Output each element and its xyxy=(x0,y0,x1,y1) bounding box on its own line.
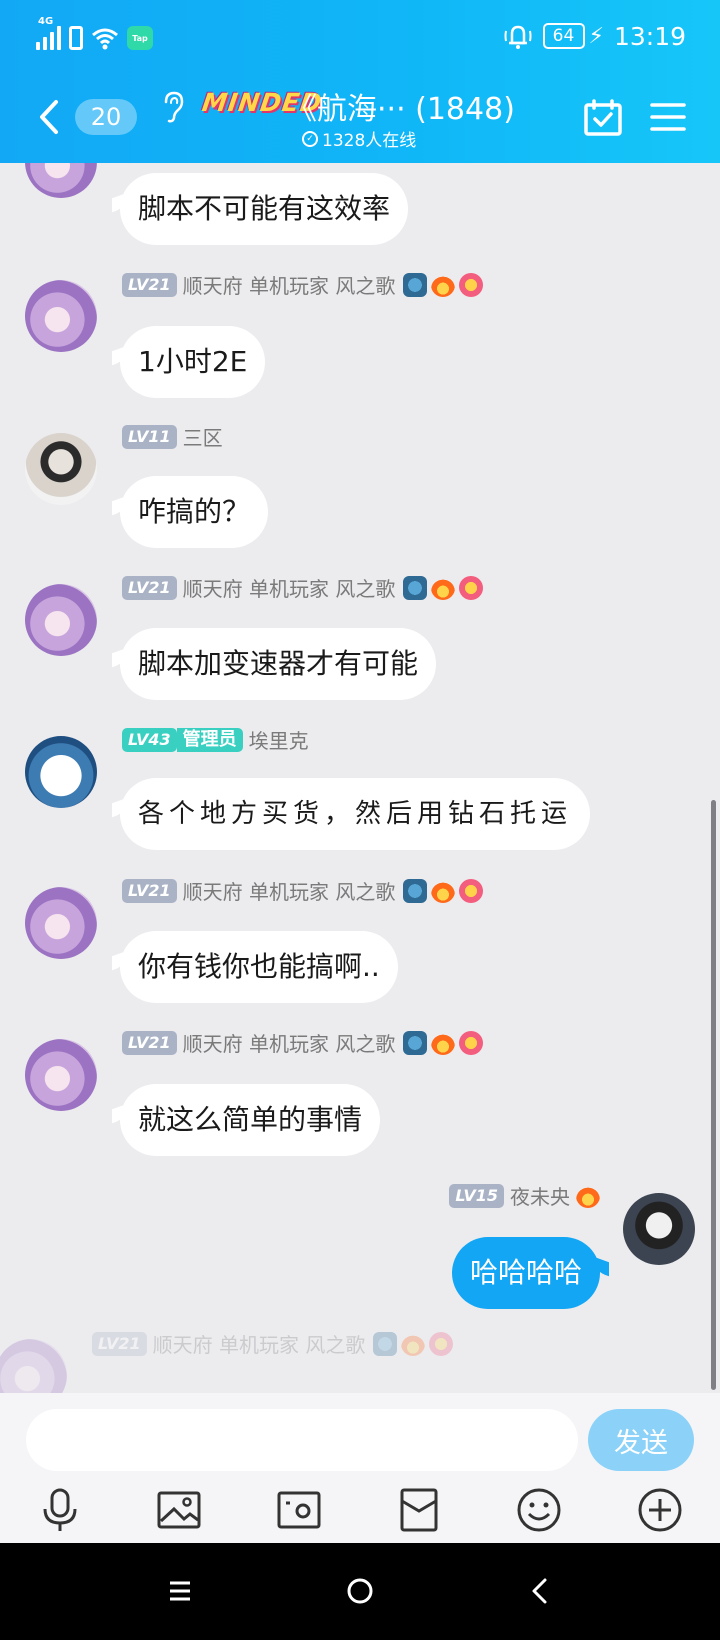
level-badge: LV21 xyxy=(122,575,177,600)
sender-name[interactable]: 三区 xyxy=(183,422,223,451)
fire-badge-icon xyxy=(431,878,456,903)
status-right: 64 ⚡ 13:19 xyxy=(503,18,686,54)
level-badge: LV21 xyxy=(122,878,177,903)
sender-name[interactable]: 夜未央 xyxy=(510,1181,570,1210)
plus-icon[interactable] xyxy=(637,1487,683,1533)
flower-badge-icon xyxy=(429,1331,454,1356)
admin-badge: 管理员 xyxy=(176,727,243,752)
sender-meta: LV21 顺天府 单机玩家 风之歌 xyxy=(122,270,484,299)
sim-icon xyxy=(69,26,83,50)
level-badge: LV11 xyxy=(122,424,177,449)
sender-name[interactable]: 顺天府 单机玩家 风之歌 xyxy=(183,1028,396,1057)
level-badge: LV21 xyxy=(92,1331,147,1356)
message-bubble[interactable]: 1小时2E xyxy=(120,326,266,398)
sender-meta: LV15 夜未央 xyxy=(449,1181,600,1210)
dragon-badge-icon xyxy=(403,878,428,903)
chat-title[interactable]: 《航海··· (1848) xyxy=(287,84,515,128)
avatar[interactable] xyxy=(25,887,97,959)
message-bubble[interactable]: 咋搞的？ xyxy=(120,476,269,548)
avatar[interactable] xyxy=(25,280,97,352)
dragon-badge-icon xyxy=(403,272,428,297)
fire-badge-icon xyxy=(431,272,456,297)
message-bubble[interactable]: 脚本不可能有这效率 xyxy=(120,173,409,245)
sender-meta: LV11 三区 xyxy=(122,422,223,451)
sender-meta: LV43 管理员 埃里克 xyxy=(122,725,309,754)
image-icon[interactable] xyxy=(156,1487,202,1533)
status-bar: 4G Tap 64 ⚡ 13:19 xyxy=(0,16,720,54)
fire-badge-icon xyxy=(576,1183,600,1208)
my-message-bubble[interactable]: 哈哈哈哈 xyxy=(451,1237,600,1309)
sender-meta: LV21 顺天府 单机玩家 风之歌 xyxy=(122,876,484,905)
red-packet-icon[interactable] xyxy=(396,1487,442,1533)
sender-meta: LV21 顺天府 单机玩家 风之歌 xyxy=(122,1028,484,1057)
scrollbar[interactable] xyxy=(711,800,716,1390)
battery-icon: 64 xyxy=(542,23,585,49)
system-navigation-bar xyxy=(0,1543,720,1640)
unread-count-badge[interactable]: 20 xyxy=(75,99,137,135)
home-icon[interactable] xyxy=(342,1573,378,1609)
vibrate-bell-icon xyxy=(504,25,531,49)
check-circle-icon: ✓ xyxy=(302,130,318,147)
message-bubble[interactable]: 你有钱你也能搞啊.. xyxy=(120,931,398,1003)
avatar[interactable] xyxy=(25,433,97,505)
camera-icon[interactable] xyxy=(276,1487,322,1533)
sender-meta: LV21 顺天府 单机玩家 风之歌 xyxy=(92,1329,454,1358)
avatar[interactable] xyxy=(25,1039,97,1111)
message-bubble[interactable]: 脚本加变速器才有可能 xyxy=(120,628,437,700)
calendar-check-icon[interactable] xyxy=(583,98,623,138)
sender-meta: LV21 顺天府 单机玩家 风之歌 xyxy=(122,573,484,602)
emoji-icon[interactable] xyxy=(516,1487,562,1533)
level-badge: LV21 xyxy=(122,1030,177,1055)
level-badge: LV21 xyxy=(122,272,177,297)
send-button[interactable]: 发送 xyxy=(588,1409,694,1471)
sender-name[interactable]: 顺天府 单机玩家 风之歌 xyxy=(183,573,396,602)
level-badge: LV15 xyxy=(449,1183,504,1208)
composer: 发送 xyxy=(0,1393,720,1543)
microphone-icon[interactable] xyxy=(37,1487,83,1533)
flower-badge-icon xyxy=(459,575,484,600)
message-bubble[interactable]: 各个地方买货，然后用钻石托运 xyxy=(120,778,591,850)
sender-name[interactable]: 顺天府 单机玩家 风之歌 xyxy=(153,1329,366,1358)
online-count: ✓ 1328人在线 xyxy=(302,126,416,151)
charging-icon: ⚡ xyxy=(588,23,604,49)
dragon-badge-icon xyxy=(403,1030,428,1055)
menu-icon[interactable] xyxy=(650,100,686,134)
dragon-badge-icon xyxy=(373,1331,398,1356)
level-badge: LV43 xyxy=(122,727,177,752)
dragon-badge-icon xyxy=(403,575,428,600)
sender-name[interactable]: 顺天府 单机玩家 风之歌 xyxy=(183,876,396,905)
status-left: 4G Tap xyxy=(36,16,153,50)
fire-badge-icon xyxy=(401,1331,426,1356)
avatar[interactable] xyxy=(25,736,97,808)
message-input[interactable] xyxy=(26,1409,578,1471)
avatar[interactable] xyxy=(25,163,97,198)
my-avatar[interactable] xyxy=(623,1193,695,1265)
fire-badge-icon xyxy=(431,1030,456,1055)
clock: 13:19 xyxy=(613,21,686,51)
avatar[interactable] xyxy=(0,1339,67,1393)
ear-icon[interactable] xyxy=(160,90,186,124)
fire-badge-icon xyxy=(431,575,456,600)
sender-name[interactable]: 埃里克 xyxy=(249,725,309,754)
signal-icon xyxy=(36,26,61,50)
flower-badge-icon xyxy=(459,272,484,297)
wifi-icon xyxy=(92,28,118,50)
back-icon[interactable] xyxy=(522,1573,558,1609)
recent-apps-icon[interactable] xyxy=(162,1573,198,1609)
sender-name[interactable]: 顺天府 单机玩家 风之歌 xyxy=(183,270,396,299)
message-list[interactable]: 脚本不可能有这效率 LV21 顺天府 单机玩家 风之歌 1小时2E LV11 三… xyxy=(0,163,720,1393)
online-count-text: 1328人在线 xyxy=(322,131,417,151)
tap-app-icon: Tap xyxy=(127,26,153,50)
top-bar: 4G Tap 64 ⚡ 13:19 20 MINDED 《航海··· (1848… xyxy=(0,0,720,163)
avatar[interactable] xyxy=(25,584,97,656)
back-arrow-icon[interactable] xyxy=(36,98,62,136)
flower-badge-icon xyxy=(459,878,484,903)
network-type: 4G xyxy=(38,16,54,27)
message-bubble[interactable]: 就这么简单的事情 xyxy=(120,1084,381,1156)
flower-badge-icon xyxy=(459,1030,484,1055)
